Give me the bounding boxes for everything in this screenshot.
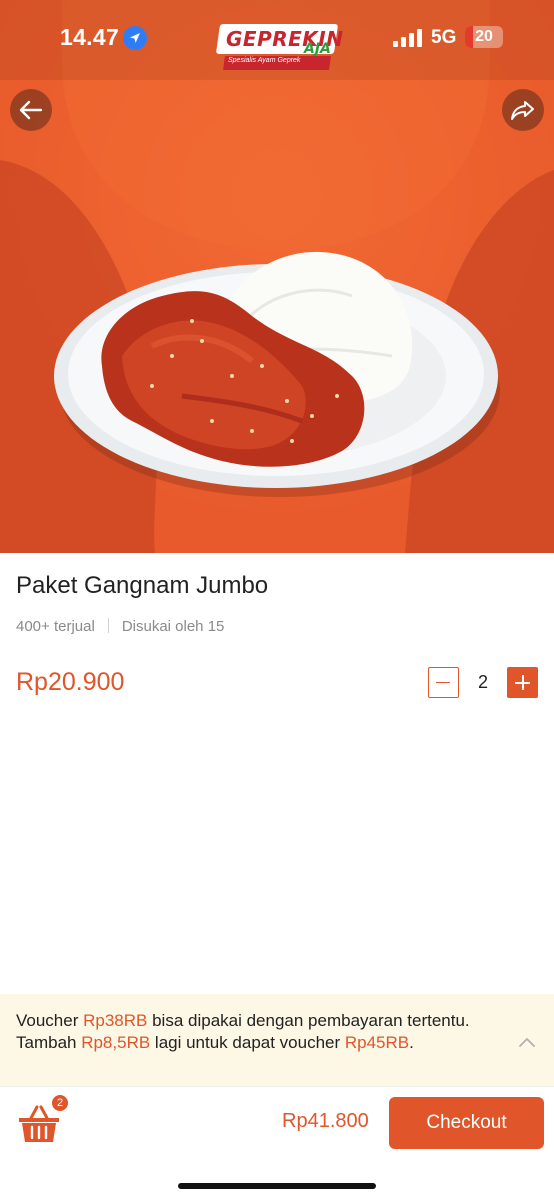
share-button[interactable] [502, 89, 544, 131]
decrease-quantity-button[interactable] [428, 667, 459, 698]
voucher-next-amount: Rp45RB [344, 1033, 410, 1052]
increase-quantity-button[interactable] [507, 667, 538, 698]
network-type: 5G [431, 27, 457, 48]
chevron-up-icon[interactable] [519, 1037, 535, 1047]
product-meta: 400+ terjual Disukai oleh 15 [16, 618, 224, 635]
product-title: Paket Gangnam Jumbo [16, 572, 269, 599]
share-icon [511, 101, 534, 120]
cart-total: Rp41.800 [282, 1110, 369, 1132]
quantity-value: 2 [477, 672, 488, 692]
voucher-text-part: Voucher [16, 1011, 84, 1030]
product-hero-image: 14.47 5G 20 GEPREKIN AJA Spesialis Ayam … [0, 0, 554, 553]
likes-count: Disukai oleh 15 [121, 618, 225, 635]
back-button[interactable] [10, 89, 52, 131]
battery-indicator: 20 [465, 26, 503, 48]
voucher-remaining-amount: Rp8,5RB [81, 1033, 151, 1052]
checkout-button[interactable]: Checkout [389, 1097, 544, 1149]
voucher-banner[interactable]: Voucher Rp38RB bisa dipakai dengan pemba… [0, 994, 554, 1086]
back-arrow-icon [19, 100, 43, 120]
food-plate-image [54, 251, 500, 497]
brand-logo: GEPREKIN AJA Spesialis Ayam Geprek [215, 14, 343, 72]
location-arrow-icon [123, 26, 147, 50]
meta-divider [107, 618, 109, 633]
voucher-amount: Rp38RB [83, 1011, 148, 1030]
voucher-text: Voucher Rp38RB bisa dipakai dengan pemba… [16, 1010, 478, 1054]
basket-icon[interactable] [18, 1104, 60, 1144]
sold-count: 400+ terjual [16, 618, 95, 635]
status-time: 14.47 [60, 24, 120, 50]
signal-icon [393, 29, 422, 47]
voucher-text-part: . [409, 1033, 414, 1052]
logo-tagline: Spesialis Ayam Geprek [228, 57, 301, 64]
battery-percent: 20 [475, 28, 493, 45]
cart-count-badge: 2 [52, 1095, 68, 1111]
voucher-text-part: lagi untuk dapat voucher [150, 1033, 345, 1052]
home-indicator[interactable] [178, 1183, 376, 1189]
product-price: Rp20.900 [16, 668, 125, 696]
logo-accent: AJA [304, 41, 331, 57]
